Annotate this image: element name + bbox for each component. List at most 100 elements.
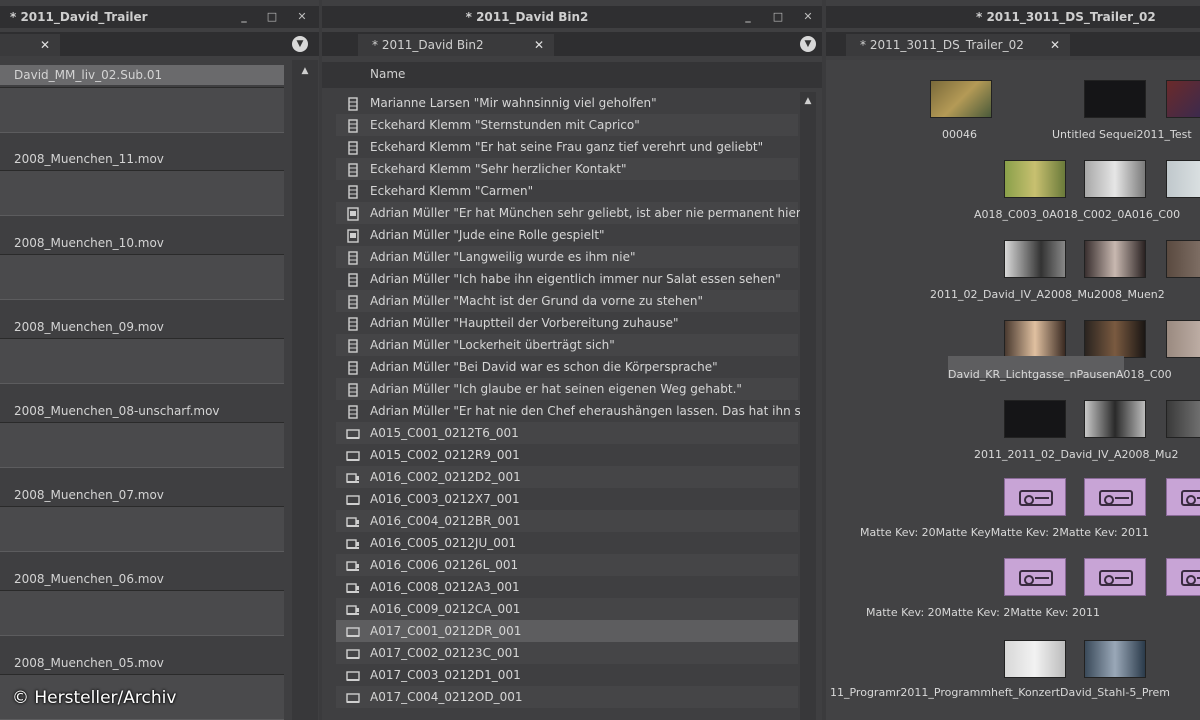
clip-frame[interactable]	[0, 506, 284, 552]
list-item[interactable]: Adrian Müller "Er hat nie den Chef ehera…	[336, 400, 800, 422]
list-item[interactable]: A017_C004_0212OD_001	[336, 686, 798, 708]
thumbnail[interactable]	[1084, 640, 1146, 678]
scroll-up-icon[interactable]: ▲	[292, 66, 318, 76]
matte-key-thumbnail[interactable]	[1084, 558, 1146, 596]
key-icon	[1181, 490, 1200, 506]
thumbnail[interactable]	[1004, 320, 1066, 358]
tab-ds-trailer[interactable]: * 2011_3011_DS_Trailer_02 ✕	[846, 34, 1070, 56]
clip-audio-icon	[346, 514, 360, 528]
tab-close-icon[interactable]: ✕	[1050, 34, 1060, 56]
thumbnail-caption: 00046	[942, 128, 977, 141]
matte-key-thumbnail[interactable]	[1166, 558, 1200, 596]
bin-list: Marianne Larsen "Mir wahnsinnig viel geh…	[336, 92, 800, 720]
list-item[interactable]: A016_C003_0212X7_001	[336, 488, 798, 510]
list-item[interactable]: Eckehard Klemm "Carmen"	[336, 180, 798, 202]
bin-titlebar[interactable]: * 2011_David Bin2 _ □ ✕	[322, 6, 822, 28]
subclip-icon	[346, 118, 360, 133]
clip-icon	[346, 668, 360, 682]
thumbnail[interactable]	[1084, 240, 1146, 278]
item-name: Eckehard Klemm "Sehr herzlicher Kontakt"	[370, 162, 627, 176]
close-icon[interactable]: ✕	[798, 6, 818, 28]
thumbnail[interactable]	[1166, 400, 1200, 438]
matte-key-thumbnail[interactable]	[1166, 478, 1200, 516]
copyright-watermark: © Hersteller/Archiv	[12, 688, 177, 708]
clip-frame[interactable]	[0, 170, 284, 216]
bin-titlebar[interactable]: * 2011_3011_DS_Trailer_02	[826, 6, 1200, 28]
list-item[interactable]: Adrian Müller "Macht ist der Grund da vo…	[336, 290, 798, 312]
list-item[interactable]: Eckehard Klemm "Sternstunden mit Caprico…	[336, 114, 798, 136]
clip-frame[interactable]	[0, 338, 284, 384]
thumbnail[interactable]	[1004, 400, 1066, 438]
vertical-scrollbar[interactable]: ▲	[800, 92, 816, 720]
clip-audio-icon	[346, 580, 360, 594]
list-item[interactable]: A015_C001_0212T6_001	[336, 422, 798, 444]
list-item[interactable]: Adrian Müller "Ich glaube er hat seinen …	[336, 378, 798, 400]
item-name: Adrian Müller "Langweilig wurde es ihm n…	[370, 250, 636, 264]
thumbnail[interactable]	[1004, 640, 1066, 678]
thumbnail[interactable]	[1166, 320, 1200, 358]
list-item[interactable]: Adrian Müller "Ich habe ihn eigentlich i…	[336, 268, 798, 290]
thumbnail[interactable]	[1084, 80, 1146, 118]
thumbnail[interactable]	[1084, 400, 1146, 438]
tab-menu-icon[interactable]: ▼	[800, 36, 816, 52]
list-item[interactable]: A017_C002_02123C_001	[336, 642, 798, 664]
thumbnail[interactable]	[1166, 240, 1200, 278]
tab-menu-icon[interactable]: ▼	[292, 36, 308, 52]
tab-close-icon[interactable]: ✕	[40, 34, 50, 56]
list-item[interactable]: A016_C005_0212JU_001	[336, 532, 798, 554]
list-item[interactable]: Adrian Müller "Jude eine Rolle gespielt"	[336, 224, 798, 246]
column-header-name[interactable]: Name	[370, 67, 405, 81]
minimize-icon[interactable]: _	[234, 6, 254, 28]
clip-frame[interactable]	[0, 254, 284, 300]
bin-title: * 2011_3011_DS_Trailer_02	[976, 10, 1156, 24]
list-item[interactable]: Adrian Müller "Hauptteil der Vorbereitun…	[336, 312, 798, 334]
clip-frame[interactable]	[0, 87, 284, 133]
list-item[interactable]: Eckehard Klemm "Sehr herzlicher Kontakt"	[336, 158, 798, 180]
thumbnail[interactable]	[1084, 320, 1146, 358]
list-item[interactable]: A016_C006_02126L_001	[336, 554, 798, 576]
key-icon	[1099, 490, 1133, 506]
matte-key-thumbnail[interactable]	[1084, 478, 1146, 516]
list-item[interactable]: A016_C009_0212CA_001	[336, 598, 798, 620]
subclip-icon	[346, 184, 360, 199]
thumbnail[interactable]	[1084, 160, 1146, 198]
list-item[interactable]: Adrian Müller "Bei David war es schon di…	[336, 356, 798, 378]
list-item[interactable]: A016_C002_0212D2_001	[336, 466, 798, 488]
key-icon	[1019, 490, 1053, 506]
list-item[interactable]: A016_C004_0212BR_001	[336, 510, 798, 532]
minimize-icon[interactable]: _	[738, 6, 758, 28]
thumbnail[interactable]	[1004, 240, 1066, 278]
maximize-icon[interactable]: □	[768, 6, 788, 28]
doc-icon	[346, 228, 360, 243]
close-icon[interactable]: ✕	[292, 6, 312, 28]
item-name: A016_C002_0212D2_001	[370, 470, 521, 484]
list-item[interactable]: Adrian Müller "Er hat München sehr gelie…	[336, 202, 800, 224]
list-item[interactable]: Marianne Larsen "Mir wahnsinnig viel geh…	[336, 92, 798, 114]
item-name: Eckehard Klemm "Er hat seine Frau ganz t…	[370, 140, 764, 154]
bin-titlebar[interactable]: * 2011_David_Trailer _ □ ✕	[0, 6, 319, 28]
tab-david-trailer[interactable]: ✕	[0, 34, 60, 56]
matte-key-thumbnail[interactable]	[1004, 478, 1066, 516]
list-item[interactable]: Eckehard Klemm "Er hat seine Frau ganz t…	[336, 136, 798, 158]
thumbnail[interactable]	[1166, 80, 1200, 118]
thumbnail-caption: Untitled Sequei2011_Test	[1052, 128, 1192, 141]
list-item[interactable]: Adrian Müller "Lockerheit überträgt sich…	[336, 334, 798, 356]
maximize-icon[interactable]: □	[262, 6, 282, 28]
matte-key-thumbnail[interactable]	[1004, 558, 1066, 596]
vertical-scrollbar[interactable]: ▲	[292, 60, 318, 720]
clip-frame[interactable]	[0, 590, 284, 636]
list-item[interactable]: A017_C001_0212DR_001	[336, 620, 798, 642]
clip-audio-icon	[346, 602, 360, 616]
list-item[interactable]: A017_C003_0212D1_001	[336, 664, 798, 686]
thumbnail[interactable]	[930, 80, 992, 118]
list-item[interactable]: A015_C002_0212R9_001	[336, 444, 798, 466]
thumbnail[interactable]	[1004, 160, 1066, 198]
tab-david-bin2[interactable]: * 2011_David Bin2 ✕	[358, 34, 554, 56]
clip-frame[interactable]	[0, 422, 284, 468]
scroll-up-icon[interactable]: ▲	[800, 96, 816, 106]
thumbnail[interactable]	[1166, 160, 1200, 198]
clip-icon	[346, 646, 360, 660]
tab-close-icon[interactable]: ✕	[534, 34, 544, 56]
list-item[interactable]: A016_C008_0212A3_001	[336, 576, 798, 598]
list-item[interactable]: Adrian Müller "Langweilig wurde es ihm n…	[336, 246, 798, 268]
